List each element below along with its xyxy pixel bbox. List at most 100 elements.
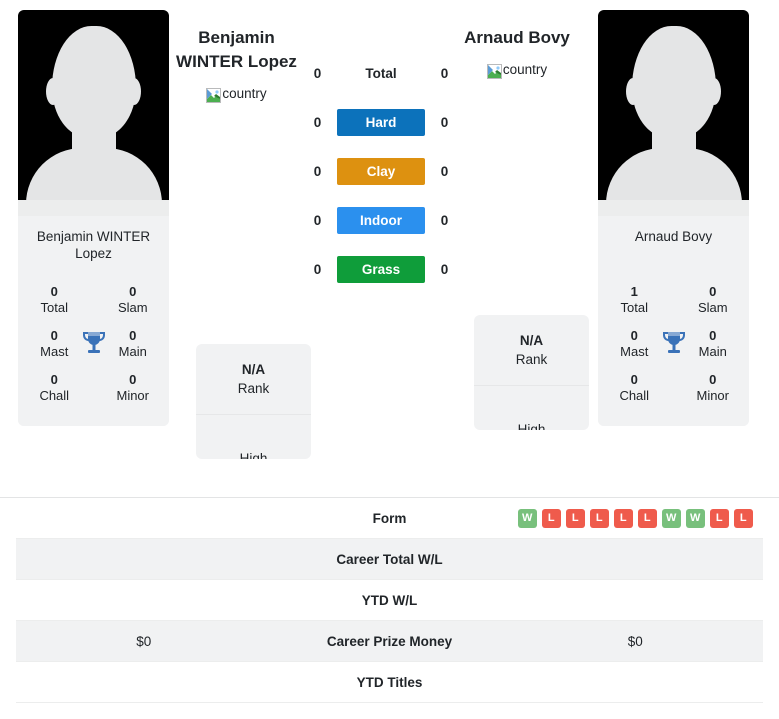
titles-cell-slam-right: 0 Slam bbox=[687, 284, 740, 316]
form-badge-loss: L bbox=[637, 508, 657, 528]
avatar-silhouette-base bbox=[598, 200, 749, 216]
summary-cell-rank-left: N/A Rank bbox=[196, 344, 311, 415]
titles-value: 0 bbox=[129, 372, 137, 387]
surface-row-total: 0 Total 0 bbox=[311, 60, 451, 87]
table-row-form: Form WLLLLLWWLL bbox=[16, 498, 763, 539]
summary-cell-high-left: High bbox=[196, 415, 311, 459]
form-badge-loss: L bbox=[541, 508, 561, 528]
surface-badge-clay[interactable]: Clay bbox=[337, 158, 425, 185]
titles-grid-left: 0 Total 0 Slam 0 Mast 0 Main 0 Chall 0 M… bbox=[18, 274, 169, 426]
surface-value-left: 0 bbox=[313, 213, 322, 228]
summary-label: High bbox=[239, 451, 268, 459]
broken-image-icon bbox=[206, 87, 222, 103]
table-row-career-prize-money: $0 Career Prize Money $0 bbox=[16, 621, 763, 662]
player-comparison-header: Benjamin WINTER Lopez 0 Total 0 Slam 0 M… bbox=[0, 0, 779, 497]
surface-wins-column: 0 Total 0 0 Hard 0 0 Clay 0 0 Indoor 0 0… bbox=[311, 0, 451, 305]
titles-label: Slam bbox=[697, 300, 728, 315]
titles-value: 0 bbox=[709, 372, 717, 387]
form-badge-loss: L bbox=[709, 508, 729, 528]
broken-image-icon bbox=[486, 63, 502, 79]
titles-label: Slam bbox=[117, 300, 148, 315]
titles-label: Main bbox=[698, 344, 727, 359]
table-row-career-total-wl: Career Total W/L bbox=[16, 539, 763, 580]
surface-badge-grass[interactable]: Grass bbox=[337, 256, 425, 283]
titles-value: 0 bbox=[129, 284, 137, 299]
titles-label: Mast bbox=[40, 344, 69, 359]
player-name-block-left: Benjamin WINTER Lopez country bbox=[170, 0, 303, 159]
surface-value-right: 0 bbox=[440, 213, 449, 228]
player-name-line1: Arnaud Bovy bbox=[464, 28, 570, 47]
titles-label: Minor bbox=[116, 388, 149, 403]
form-right: WLLLLLWWLL bbox=[508, 508, 764, 528]
table-row-label: Career Prize Money bbox=[326, 633, 453, 649]
summary-cell-rank-right: N/A Rank bbox=[474, 315, 589, 386]
surface-value-left: 0 bbox=[313, 164, 322, 179]
titles-label: Total bbox=[620, 300, 648, 315]
form-badge-win: W bbox=[517, 508, 537, 528]
titles-label: Minor bbox=[696, 388, 729, 403]
titles-value: 0 bbox=[50, 372, 58, 387]
titles-label: Chall bbox=[39, 388, 70, 403]
player-photo-caption-left: Benjamin WINTER Lopez bbox=[18, 216, 169, 274]
player-summary-panel-right: N/A Rank High 23 Age L Plays bbox=[474, 315, 589, 430]
comparison-stats-table: Form WLLLLLWWLL Career Total W/L YTD W/L… bbox=[0, 497, 779, 703]
summary-cell-high-right: High bbox=[474, 386, 589, 430]
surface-badge-hard[interactable]: Hard bbox=[337, 109, 425, 136]
trophy-icon bbox=[661, 329, 687, 359]
titles-cell-minor-left: 0 Minor bbox=[107, 372, 160, 404]
table-row-ytd-titles: YTD Titles bbox=[16, 662, 763, 703]
player-card-right[interactable]: Arnaud Bovy 1 Total 0 Slam 0 Mast 0 Main… bbox=[598, 10, 749, 426]
titles-value: 0 bbox=[630, 372, 638, 387]
titles-value: 0 bbox=[50, 328, 58, 343]
player-name-line1: Benjamin bbox=[198, 28, 275, 47]
titles-label: Main bbox=[118, 344, 147, 359]
titles-row: 0 Total 0 Slam bbox=[24, 278, 163, 322]
surface-value-left: 0 bbox=[313, 66, 322, 81]
avatar-silhouette-ear-left bbox=[626, 78, 640, 105]
form-badge-list-right: WLLLLLWWLL bbox=[517, 508, 753, 528]
form-badge-loss: L bbox=[589, 508, 609, 528]
titles-row: 0 Chall 0 Minor bbox=[24, 366, 163, 410]
player-info-column-left: Benjamin WINTER Lopez country N/A Rank H… bbox=[169, 0, 311, 459]
titles-cell-chall-right: 0 Chall bbox=[608, 372, 661, 404]
player-photo-caption-right: Arnaud Bovy bbox=[598, 216, 749, 274]
titles-cell-main-left: 0 Main bbox=[107, 328, 160, 360]
titles-grid-right: 1 Total 0 Slam 0 Mast 0 Main 0 Chall 0 M… bbox=[598, 274, 749, 426]
titles-value: 0 bbox=[50, 284, 58, 299]
table-row-label: Career Total W/L bbox=[336, 551, 443, 567]
summary-label: Rank bbox=[515, 352, 548, 367]
surface-row-grass: 0 Grass 0 bbox=[311, 256, 451, 283]
form-badge-loss: L bbox=[565, 508, 585, 528]
player-name-block-right: Arnaud Bovy country bbox=[455, 0, 579, 150]
surface-label-total: Total bbox=[365, 66, 397, 81]
titles-label: Total bbox=[40, 300, 68, 315]
avatar-silhouette-ear-right bbox=[707, 78, 721, 105]
titles-row: 0 Mast 0 Main bbox=[24, 322, 163, 366]
avatar-silhouette-ear-right bbox=[127, 78, 141, 105]
titles-cell-minor-right: 0 Minor bbox=[687, 372, 740, 404]
country-alt-text: country bbox=[222, 86, 267, 101]
player-info-column-right: Arnaud Bovy country N/A Rank High bbox=[451, 0, 589, 430]
titles-label: Mast bbox=[620, 344, 649, 359]
surface-value-right: 0 bbox=[440, 115, 449, 130]
titles-label: Chall bbox=[619, 388, 650, 403]
player-card-left[interactable]: Benjamin WINTER Lopez 0 Total 0 Slam 0 M… bbox=[18, 10, 169, 426]
surface-badge-indoor[interactable]: Indoor bbox=[337, 207, 425, 234]
trophy-icon bbox=[81, 329, 107, 359]
surface-row-hard: 0 Hard 0 bbox=[311, 109, 451, 136]
country-flag-left: country bbox=[170, 82, 303, 106]
titles-row: 1 Total 0 Slam bbox=[604, 278, 743, 322]
titles-value: 0 bbox=[129, 328, 137, 343]
player-summary-panel-left: N/A Rank High 25 Age Plays bbox=[196, 344, 311, 459]
titles-value: 0 bbox=[630, 328, 638, 343]
surface-value-left: 0 bbox=[313, 262, 322, 277]
titles-cell-total-right: 1 Total bbox=[608, 284, 661, 316]
form-badge-loss: L bbox=[733, 508, 753, 528]
career-prize-money-left: $0 bbox=[136, 633, 152, 649]
form-badge-win: W bbox=[661, 508, 681, 528]
country-alt-text: country bbox=[502, 62, 548, 77]
